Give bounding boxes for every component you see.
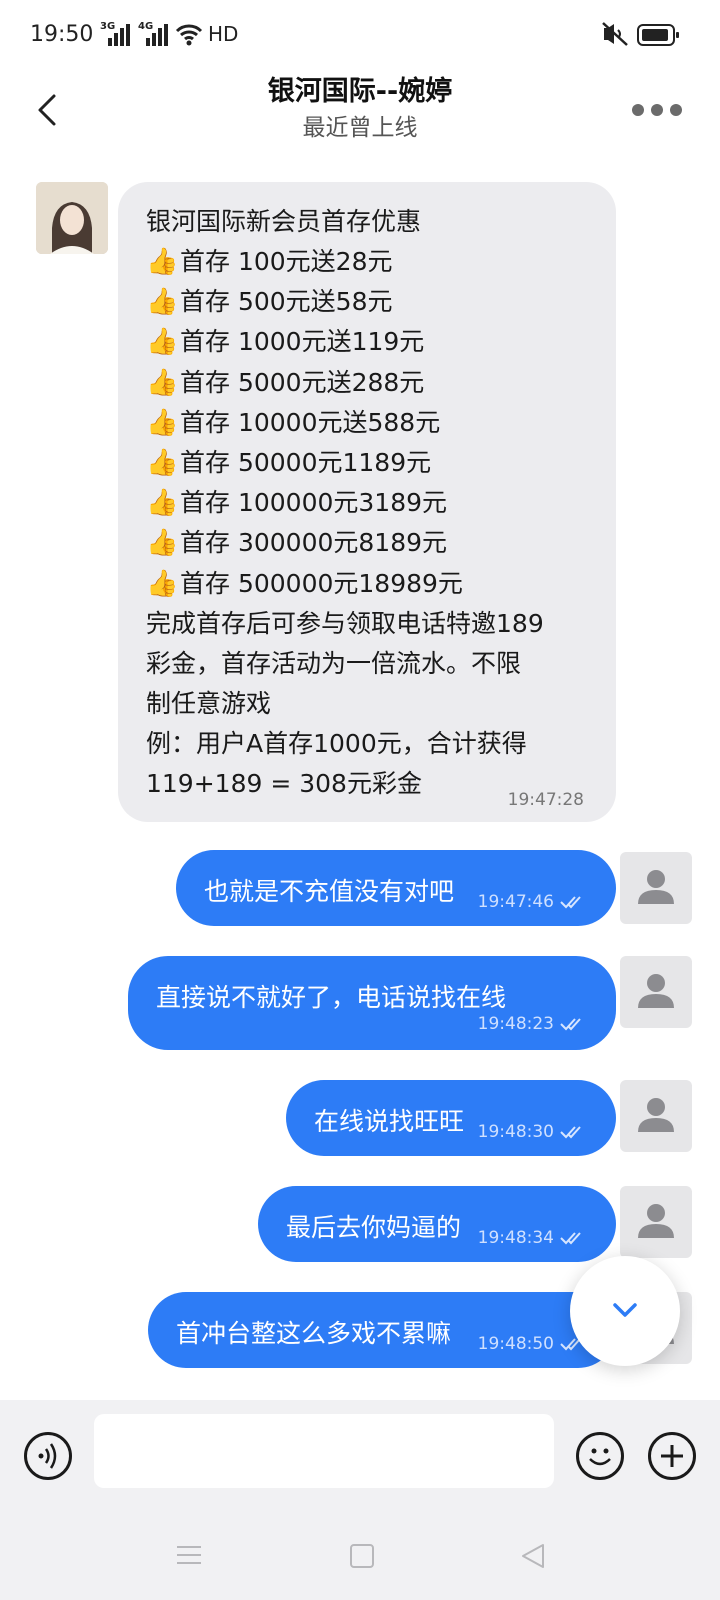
double-check-icon xyxy=(560,896,581,909)
offer-line: 👍首存 10000元送588元 xyxy=(146,403,590,443)
promo-note-line: 彩金，首存活动为一倍流水。不限 xyxy=(146,648,522,678)
promo-note-line: 制任意游戏 xyxy=(146,688,272,718)
thumbs-up-icon: 👍 xyxy=(146,448,179,479)
mute-icon xyxy=(602,22,628,46)
promo-note-line: 完成首存后可参与领取电话特邀189 xyxy=(146,608,544,638)
message-meta: 19:48:50 xyxy=(478,1334,586,1354)
more-icon[interactable] xyxy=(632,100,682,120)
outgoing-message-row: 直接说不就好了，电话说找在线 19:48:23 xyxy=(0,956,720,1050)
contact-name: 银河国际--婉婷 xyxy=(267,76,453,107)
person-icon xyxy=(638,1098,674,1132)
message-time: 19:47:28 xyxy=(507,790,584,810)
online-status: 最近曾上线 xyxy=(302,115,418,141)
my-avatar[interactable] xyxy=(620,852,692,924)
input-bar xyxy=(0,1400,720,1504)
thumbs-up-icon: 👍 xyxy=(146,367,179,398)
offer-line: 👍首存 300000元8189元 xyxy=(146,523,590,563)
outgoing-message-bubble[interactable]: 也就是不充值没有对吧 19:47:46 xyxy=(176,850,616,926)
double-check-icon xyxy=(560,1232,581,1245)
contact-avatar[interactable] xyxy=(36,182,108,254)
chat-header: 银河国际--婉婷 最近曾上线 xyxy=(0,72,720,168)
outgoing-message-bubble[interactable]: 在线说找旺旺 19:48:30 xyxy=(286,1080,616,1156)
offer-line: 👍首存 1000元送119元 xyxy=(146,322,590,362)
double-check-icon xyxy=(560,1018,581,1031)
message-text: 直接说不就好了，电话说找在线 xyxy=(156,983,507,1012)
emoji-icon[interactable] xyxy=(576,1432,624,1480)
message-text: 也就是不充值没有对吧 xyxy=(204,877,455,906)
my-avatar[interactable] xyxy=(620,1186,692,1258)
message-text: 在线说找旺旺 xyxy=(314,1107,465,1136)
hd-indicator: HD xyxy=(208,22,239,46)
offer-line: 👍首存 100元送28元 xyxy=(146,242,590,282)
status-bar: 19:50 3G 4G HD xyxy=(0,0,720,72)
offer-line: 👍首存 100000元3189元 xyxy=(146,483,590,523)
thumbs-up-icon: 👍 xyxy=(146,327,179,358)
offer-line: 👍首存 5000元送288元 xyxy=(146,363,590,403)
outgoing-message-row: 在线说找旺旺 19:48:30 xyxy=(0,1080,720,1156)
outgoing-message-bubble[interactable]: 直接说不就好了，电话说找在线 19:48:23 xyxy=(128,956,616,1050)
offer-line: 👍首存 50000元1189元 xyxy=(146,443,590,483)
message-meta: 19:48:23 xyxy=(478,1014,586,1034)
thumbs-up-icon: 👍 xyxy=(146,528,179,559)
person-icon xyxy=(638,1204,674,1238)
promo-heading: 银河国际新会员首存优惠 xyxy=(146,207,422,236)
message-text: 首冲台整这么多戏不累嘛 xyxy=(176,1319,452,1348)
outgoing-message-row: 也就是不充值没有对吧 19:47:46 xyxy=(0,850,720,926)
person-icon xyxy=(638,974,674,1008)
status-time: 19:50 xyxy=(30,22,94,47)
signal-icon: 3G xyxy=(100,21,130,46)
nav-back-icon[interactable] xyxy=(520,1542,546,1570)
my-avatar[interactable] xyxy=(620,956,692,1028)
double-check-icon xyxy=(560,1126,581,1139)
offer-line: 👍首存 500000元18989元 xyxy=(146,564,590,604)
incoming-message-bubble[interactable]: 银河国际新会员首存优惠 👍首存 100元送28元 👍首存 500元送58元 👍首… xyxy=(118,182,616,822)
wifi-icon xyxy=(175,24,203,46)
signal-icon-2: 4G xyxy=(138,21,168,46)
my-avatar[interactable] xyxy=(620,1080,692,1152)
voice-icon[interactable] xyxy=(24,1432,72,1480)
chat-area[interactable]: 银河国际新会员首存优惠 👍首存 100元送28元 👍首存 500元送58元 👍首… xyxy=(0,168,720,1400)
thumbs-up-icon: 👍 xyxy=(146,407,179,438)
thumbs-up-icon: 👍 xyxy=(146,287,179,318)
message-meta: 19:47:46 xyxy=(478,892,586,912)
message-input[interactable] xyxy=(94,1414,554,1488)
chevron-down-icon xyxy=(613,1303,637,1317)
scroll-to-bottom-button[interactable] xyxy=(570,1256,680,1366)
outgoing-message-bubble[interactable]: 首冲台整这么多戏不累嘛 19:48:50 xyxy=(148,1292,616,1368)
title-block[interactable]: 银河国际--婉婷 最近曾上线 xyxy=(160,74,560,146)
offer-line: 👍首存 500元送58元 xyxy=(146,282,590,322)
home-icon[interactable] xyxy=(350,1544,374,1568)
plus-icon[interactable] xyxy=(648,1432,696,1480)
thumbs-up-icon: 👍 xyxy=(146,247,179,277)
menu-icon[interactable] xyxy=(176,1544,202,1566)
battery-icon xyxy=(637,24,679,46)
thumbs-up-icon: 👍 xyxy=(146,488,179,519)
back-arrow-icon[interactable] xyxy=(30,90,70,130)
outgoing-message-bubble[interactable]: 最后去你妈逼的 19:48:34 xyxy=(258,1186,616,1262)
message-meta: 19:48:34 xyxy=(478,1228,586,1248)
promo-note-line: 例：用户A首存1000元，合计获得 xyxy=(146,728,527,758)
person-icon xyxy=(638,870,674,904)
message-meta: 19:48:30 xyxy=(478,1122,586,1142)
outgoing-message-row: 最后去你妈逼的 19:48:34 xyxy=(0,1186,720,1262)
thumbs-up-icon: 👍 xyxy=(146,568,179,599)
system-nav-bar xyxy=(0,1504,720,1600)
message-text: 最后去你妈逼的 xyxy=(286,1213,462,1242)
